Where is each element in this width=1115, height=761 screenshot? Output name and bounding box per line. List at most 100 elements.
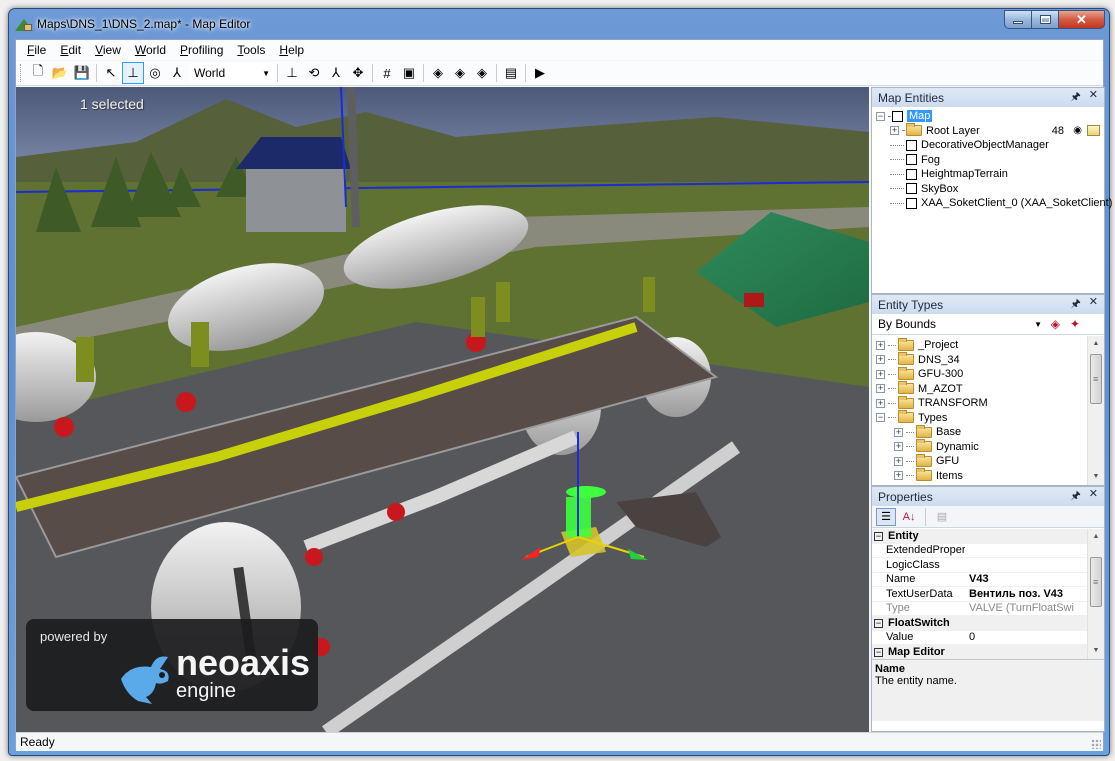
collapse-icon[interactable]: − [876,413,885,423]
close-icon[interactable]: ✕ [1089,487,1098,506]
resize-grip[interactable] [1091,739,1101,749]
menu-world[interactable]: World [128,43,173,57]
open-button[interactable]: 📂 [49,62,71,84]
grid-button[interactable]: # [376,62,398,84]
alphabetical-sort-icon[interactable]: A↓ [899,508,919,526]
minimize-button[interactable] [1004,10,1032,29]
import-object-button[interactable]: ◈ [449,62,471,84]
checkbox[interactable] [906,154,917,166]
pin-icon[interactable]: 🖈 [1071,487,1081,506]
scroll-up-icon[interactable]: ▲ [1088,336,1104,352]
collapse-icon[interactable]: − [874,618,883,628]
tree-node[interactable]: SkyBox [876,182,1104,197]
select-tool-button[interactable]: ↖ [100,62,122,84]
property-category[interactable]: − Entity [872,529,1104,544]
play-button[interactable]: ▶ [529,62,551,84]
types-filter-dropdown[interactable]: By Bounds ▼ ◈ ✦ [872,314,1104,335]
property-value[interactable]: VALVE (TurnFloatSwi [965,602,1104,614]
chevron-down-icon[interactable]: ▼ [1034,320,1042,329]
expand-icon[interactable]: + [876,355,885,365]
menu-file[interactable]: File [20,43,53,57]
type-tree-node[interactable]: + TRANSFORM [876,395,1104,411]
collapse-icon[interactable]: − [874,531,883,541]
checkbox[interactable] [906,183,917,195]
property-row[interactable]: ExtendedProperties [872,544,1104,558]
coordinate-space-select[interactable]: World ▼ [190,63,274,83]
property-value[interactable]: V43 [965,573,1104,585]
collapse-icon[interactable]: − [876,111,885,121]
close-button[interactable]: ✕ [1059,10,1105,29]
chevron-down-icon[interactable]: ▼ [262,69,270,78]
expand-icon[interactable]: + [894,456,903,466]
property-row[interactable]: Value 0 [872,631,1104,645]
categorized-view-icon[interactable]: ☰ [876,507,896,526]
menu-profiling[interactable]: Profiling [173,43,230,57]
create-object-button[interactable]: ◈ [427,62,449,84]
visibility-eye-icon[interactable]: ◉ [1073,125,1082,136]
type-tree-node[interactable]: − Types [876,410,1104,426]
maximize-button[interactable] [1032,10,1059,29]
property-row[interactable]: TextUserData Вентиль поз. V43 [872,587,1104,602]
snap-move-button[interactable]: ⊥ [281,62,303,84]
create-entity-icon[interactable]: ◈ [1051,317,1060,331]
type-tree-node[interactable]: + M_AZOT [876,381,1104,397]
tree-node-map[interactable]: − Map [876,109,1104,124]
snap-rotate-button[interactable]: ⟲ [303,62,325,84]
checkbox[interactable] [906,168,917,180]
lock-object-button[interactable]: ◈ [471,62,493,84]
property-row[interactable]: Type VALVE (TurnFloatSwi [872,602,1104,616]
expand-icon[interactable]: + [894,427,903,437]
properties-scrollbar[interactable]: ▲ ▼ [1087,529,1104,659]
tree-node[interactable]: XAA_SoketClient_0 (XAA_SoketClient) [876,196,1112,211]
checkbox[interactable] [906,139,917,151]
property-value[interactable]: Вентиль поз. V43 [965,588,1104,600]
expand-icon[interactable]: + [894,442,903,452]
expand-icon[interactable]: + [890,126,899,136]
edit-layer-icon[interactable] [1087,125,1100,137]
close-icon[interactable]: ✕ [1089,295,1098,314]
scale-tool-button[interactable]: ⅄ [166,62,188,84]
expand-icon[interactable]: + [876,340,885,350]
menu-tools[interactable]: Tools [230,43,272,57]
scroll-down-icon[interactable]: ▼ [1088,643,1104,659]
property-row[interactable]: LogicClass [872,558,1104,573]
property-category[interactable]: − Map Editor [872,645,1104,659]
entity-types-scrollbar[interactable]: ▲ ▼ [1087,336,1104,485]
type-tree-node[interactable]: + GFU [876,453,1104,469]
focus-selection-button[interactable]: ▣ [398,62,420,84]
properties-button[interactable]: ▤ [500,62,522,84]
type-tree-node[interactable]: + DNS_34 [876,352,1104,368]
expand-icon[interactable]: + [894,471,903,481]
new-button[interactable]: 🗋 [27,62,49,84]
expand-icon[interactable]: + [876,369,885,379]
menu-view[interactable]: View [88,43,128,57]
tree-node[interactable]: + Root Layer 48 ◉ [876,123,1104,139]
checkbox[interactable] [906,197,917,209]
scroll-thumb[interactable] [1090,557,1102,607]
type-tree-node[interactable]: + Items [876,468,1104,484]
toolbar-grip[interactable] [20,64,23,82]
close-icon[interactable]: ✕ [1089,88,1098,107]
type-tree-node[interactable]: + Dynamic [876,439,1104,455]
property-category[interactable]: − FloatSwitch [872,616,1104,631]
property-row[interactable]: Name V43 [872,573,1104,587]
pin-icon[interactable]: 🖈 [1071,295,1081,314]
snap-scale-button[interactable]: ⅄ [325,62,347,84]
tree-node[interactable]: Fog [876,153,1104,168]
3d-viewport[interactable]: 1 selected powered by neoaxis engine [16,87,869,732]
menu-help[interactable]: Help [272,43,311,57]
pin-icon[interactable]: 🖈 [1071,88,1081,107]
type-tree-node[interactable]: + Base [876,424,1104,440]
type-tree-node[interactable]: + _Project [876,337,1104,353]
import-entity-icon[interactable]: ✦ [1070,317,1080,331]
type-tree-node[interactable]: + GFU-300 [876,366,1104,382]
expand-icon[interactable]: + [876,384,885,394]
property-value[interactable]: 0 [965,631,1104,643]
scroll-thumb[interactable] [1090,354,1102,404]
menu-edit[interactable]: Edit [53,43,88,57]
scroll-down-icon[interactable]: ▼ [1088,469,1104,485]
transform-dropdown-button[interactable]: ✥ [347,62,369,84]
collapse-icon[interactable]: − [874,647,883,657]
save-button[interactable]: 💾 [71,62,93,84]
rotate-tool-button[interactable]: ◎ [144,62,166,84]
